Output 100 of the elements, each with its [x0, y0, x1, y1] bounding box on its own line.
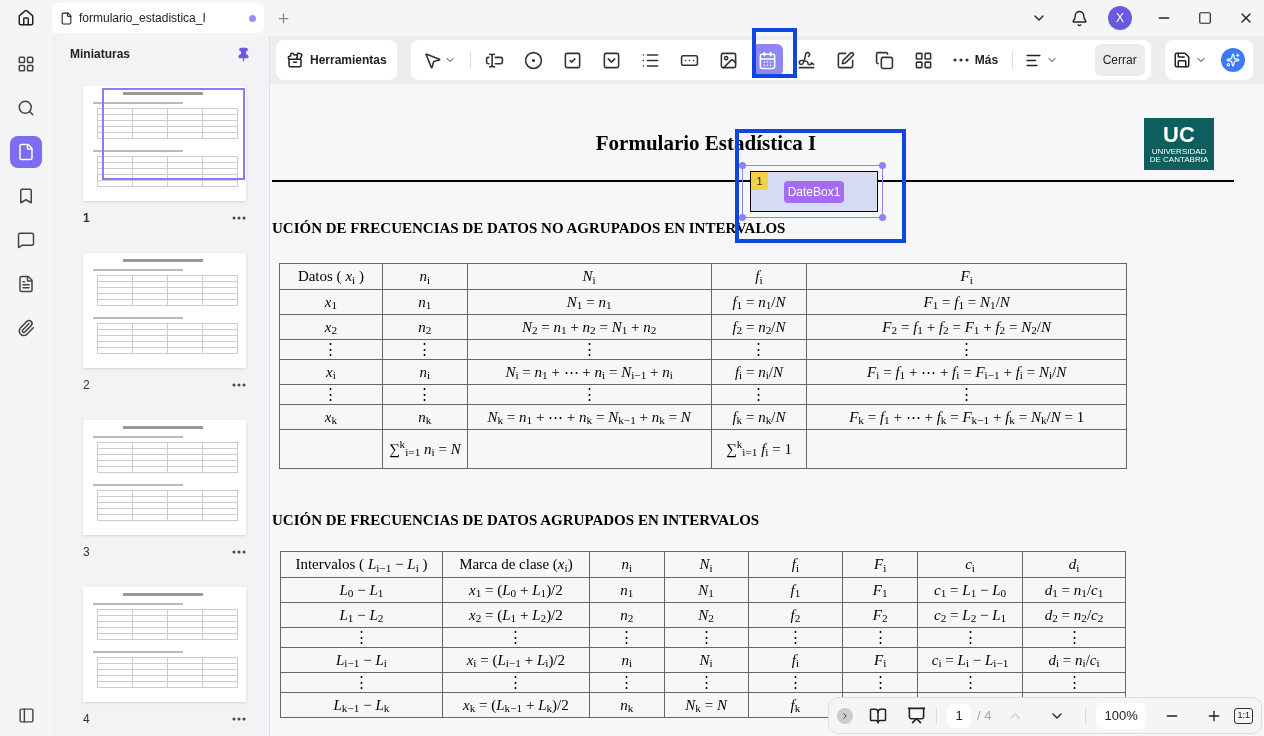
table-cell: f$_{1}$ = n$_{1}$/N — [711, 289, 807, 315]
table-header-cell: f$_{i}$ — [711, 263, 807, 290]
table-cell: f$_{1}$ — [748, 577, 843, 603]
toolbox-icon — [286, 51, 304, 69]
zoom-field[interactable]: 100% — [1096, 702, 1146, 729]
table-cell: F$_{i}$ — [842, 647, 918, 673]
table-cell: x$_{i}$ = (L$_{i−1}$ + L$_{i}$)/2 — [442, 647, 590, 673]
actual-size-button[interactable]: 1:1 — [1234, 707, 1253, 724]
dropdown-icon — [601, 50, 621, 70]
table-header-cell: F$_{i}$ — [806, 263, 1127, 290]
document-icon — [17, 275, 35, 293]
image-icon — [718, 50, 738, 70]
assistant-icon[interactable] — [1220, 48, 1245, 72]
field-number-badge: 1 — [751, 172, 768, 190]
more-button[interactable]: Más — [946, 44, 1005, 76]
table-cell: x$_{k}$ = (L$_{k−1}$ + L$_{k}$)/2 — [442, 692, 590, 718]
pen-field-icon — [835, 50, 855, 70]
page-thumbnail[interactable] — [83, 420, 246, 535]
table-cell: ⋮ — [711, 339, 807, 360]
table-cell: x$_{2}$ = (L$_{1}$ + L$_{2}$)/2 — [442, 602, 590, 628]
user-avatar[interactable]: X — [1108, 6, 1132, 30]
table-header-cell: Marca de clase (x$_{i}$) — [442, 551, 590, 578]
table-cell: ⋮ — [442, 672, 590, 693]
table-header-cell: d$_{i}$ — [1022, 551, 1126, 578]
table-cell: n$_{k}$ — [589, 692, 665, 718]
table-cell: ⋮ — [711, 384, 807, 405]
tools-button[interactable]: Herramientas — [276, 40, 397, 80]
signature-icon — [796, 50, 816, 70]
presentation-icon[interactable] — [907, 706, 926, 725]
table-header-cell: Datos ( x$_{i}$ ) — [279, 263, 383, 290]
table-cell: N$_{i}$ — [664, 647, 749, 673]
copy-icon — [874, 50, 894, 70]
table-cell: N$_{k}$ = N — [664, 692, 749, 718]
table-cell: f$_{2}$ — [748, 602, 843, 628]
two-page-icon[interactable] — [869, 706, 887, 725]
table-cell: ∑$^{k}$$_{i=1}$ n$_{i}$ = N — [382, 429, 468, 469]
bookmark-icon — [17, 187, 35, 205]
table-cell: F$_{2}$ = f$_{1}$ + f$_{2}$ = F$_{1}$ + f$_{2}$ = N$_{2}$/N — [806, 314, 1127, 340]
table-cell: F$_{i}$ = f$_{1}$ + ⋯ + f$_{i}$ = F$_{i−1}$ + f$_{i}$ = N$_{i}$/N — [806, 359, 1127, 385]
checkbox-icon — [562, 50, 582, 70]
table-cell: N$_{k}$ = n$_{1}$ + ⋯ + n$_{k}$ = N$_{k−1}$ + n$_{k}$ = N — [467, 404, 712, 430]
more-icon[interactable] — [232, 717, 246, 721]
table-cell: ⋮ — [842, 627, 918, 648]
table-cell: n$_{2}$ — [382, 314, 468, 340]
close-editing-button[interactable]: Cerrar — [1094, 44, 1145, 76]
table-cell: ⋮ — [382, 339, 468, 360]
table-cell: ⋮ — [467, 339, 712, 360]
panel-icon[interactable] — [17, 707, 35, 724]
search-icon — [17, 99, 35, 117]
more-icon[interactable] — [232, 550, 246, 554]
table-cell: F$_{1}$ = f$_{1}$ = N$_{1}$/N — [806, 289, 1127, 315]
sidebar-button[interactable] — [10, 136, 42, 168]
table-cell: ⋮ — [917, 672, 1023, 693]
page-number-field[interactable]: 1 — [947, 703, 971, 728]
table-header-cell: f$_{i}$ — [748, 551, 843, 578]
pointer-icon — [422, 50, 442, 70]
bell-icon[interactable] — [1071, 9, 1088, 27]
table-cell: N$_{2}$ = n$_{1}$ + n$_{2}$ = N$_{1}$ + n$_{2}$ — [467, 314, 712, 340]
page-thumbnail[interactable] — [83, 587, 246, 702]
table-cell: F$_{1}$ — [842, 577, 918, 603]
section-heading: UCIÓN DE FRECUENCIAS DE DATOS AGRUPADOS EN INTERVALOS — [272, 511, 761, 530]
table-cell: x$_{2}$ — [279, 314, 383, 340]
new-tab-icon[interactable] — [276, 10, 291, 26]
table-cell: n$_{1}$ — [589, 577, 665, 603]
date-field[interactable]: 1 DateBox1 — [750, 171, 878, 212]
calendar-icon — [757, 50, 777, 70]
radio-icon — [523, 50, 543, 70]
page-number: 4 — [83, 711, 90, 728]
chevron-right-icon — [840, 710, 850, 721]
table-cell: N$_{2}$ — [664, 602, 749, 628]
page-thumbnail[interactable] — [83, 253, 246, 368]
pin-icon[interactable] — [236, 46, 251, 62]
table-cell: ⋮ — [442, 627, 590, 648]
file-icon — [60, 11, 73, 25]
expand-button[interactable] — [837, 707, 853, 724]
table-cell: ⋮ — [748, 672, 843, 693]
save-icon[interactable] — [1172, 51, 1191, 69]
more-icon[interactable] — [232, 216, 246, 220]
table-header-cell: N$_{i}$ — [664, 551, 749, 578]
tab-title: formulario_estadistica_I — [79, 10, 206, 27]
table-cell: ⋮ — [806, 339, 1127, 360]
table-cell: x$_{i}$ — [279, 359, 383, 385]
table-header-cell: Intervalos ( L$_{i−1}$ − L$_{i}$ ) — [280, 551, 443, 578]
table-cell: n$_{2}$ — [589, 602, 665, 628]
table-cell: ⋮ — [1022, 627, 1126, 648]
page-icon — [17, 143, 35, 161]
table-cell: ∑$^{k}$$_{i=1}$ f$_{i}$ = 1 — [711, 429, 807, 469]
table-cell: n$_{i}$ — [589, 647, 665, 673]
table-cell: c$_{i}$ = L$_{i}$ − L$_{i−1}$ — [917, 647, 1023, 673]
maximize-icon[interactable] — [1198, 11, 1212, 25]
table-header-cell: N$_{i}$ — [467, 263, 712, 290]
table-cell: ⋮ — [748, 627, 843, 648]
table-cell: n$_{i}$ — [382, 359, 468, 385]
table-header-cell: F$_{i}$ — [842, 551, 918, 578]
more-icon[interactable] — [232, 383, 246, 387]
table-cell: ⋮ — [1022, 672, 1126, 693]
document-tab[interactable]: formulario_estadistica_I — [52, 3, 264, 33]
table-cell: n$_{k}$ — [382, 404, 468, 430]
page-thumbnail[interactable] — [83, 86, 246, 201]
table-cell: x$_{k}$ — [279, 404, 383, 430]
